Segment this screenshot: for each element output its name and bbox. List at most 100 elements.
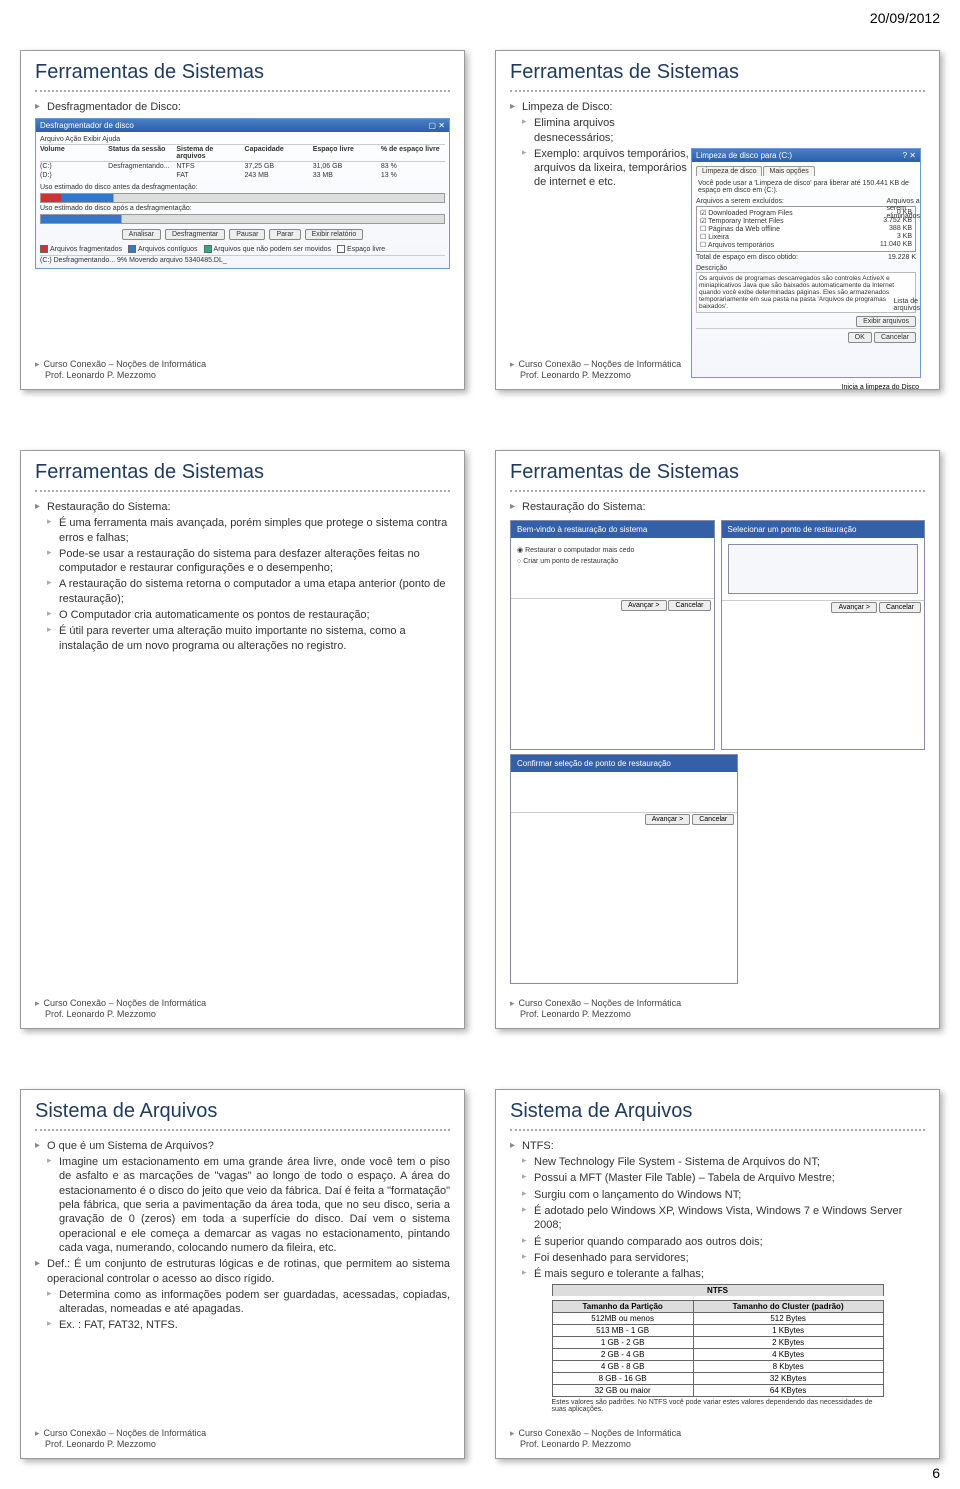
bullet-cleanup-sub1: Elimina arquivos desnecessários;	[522, 116, 690, 145]
calendar-placeholder	[728, 544, 919, 594]
tab-more: Mais opções	[763, 166, 814, 176]
cleanup-desc: Os arquivos de programas descarregados s…	[696, 272, 916, 313]
bullet-restore-c: A restauração do sistema retorna o compu…	[47, 577, 450, 606]
ntfs-table: Tamanho da Partição Tamanho do Cluster (…	[552, 1300, 884, 1397]
r1-fs: NTFS	[176, 163, 240, 170]
col-status: Status da sessão	[108, 146, 172, 160]
btn-ok: OK	[848, 332, 872, 343]
chevron-icon: ▸	[510, 1428, 515, 1438]
r2-pfree: 13 %	[381, 172, 445, 179]
title-divider	[35, 490, 450, 492]
col-fs: Sistema de arquivos	[176, 146, 240, 160]
lbl-files: Arquivos a serem excluídos:	[696, 196, 916, 206]
ntfs-th-part: Tamanho da Partição	[552, 1300, 693, 1312]
bullet-fs-analogy: Imagine um estacionamento em uma grande …	[47, 1155, 450, 1255]
title-divider	[35, 90, 450, 92]
slide-restore-text: Ferramentas de Sistemas Restauração do S…	[20, 450, 465, 1029]
slide-defrag: Ferramentas de Sistemas Desfragmentador …	[20, 50, 465, 390]
slide-row-3: Sistema de Arquivos O que é um Sistema d…	[20, 1089, 940, 1459]
cleanup-win-title: Limpeza de disco para (C:)	[696, 151, 792, 160]
slide-row-1: Ferramentas de Sistemas Desfragmentador …	[20, 50, 940, 390]
page-number: 6	[932, 1465, 940, 1481]
ntfs-g: É mais seguro e tolerante a falhas;	[522, 1267, 925, 1281]
r1-free: 31,06 GB	[313, 163, 377, 170]
chevron-icon: ▸	[510, 359, 515, 369]
slide-credit: ▸Curso Conexão – Noções de Informática P…	[496, 1424, 939, 1458]
btn-pause: Pausar	[229, 229, 265, 240]
table-row: 8 GB - 16 GB32 KBytes	[552, 1372, 883, 1384]
table-row: 513 MB - 1 GB1 KBytes	[552, 1324, 883, 1336]
bullet-fs-def: Def.: É um conjunto de estruturas lógica…	[35, 1257, 450, 1332]
cleanup-titlebar: Limpeza de disco para (C:) ? ✕	[692, 149, 920, 162]
bullet-fs-q: O que é um Sistema de Arquivos? Imagine …	[35, 1139, 450, 1255]
slide-credit: ▸Curso Conexão – Noções de Informática P…	[21, 1424, 464, 1458]
col-free: Espaço livre	[313, 146, 377, 160]
window-controls-icon: ▢ ✕	[429, 121, 445, 130]
wizard-confirm: Confirmar seleção de ponto de restauraçã…	[510, 754, 738, 984]
chevron-icon: ▸	[35, 1428, 40, 1438]
bullet-restore-d: O Computador cria automaticamente os pon…	[47, 608, 450, 622]
bullet-ntfs: NTFS: New Technology File System - Siste…	[510, 1139, 925, 1282]
table-row: 1 GB - 2 GB2 KBytes	[552, 1336, 883, 1348]
leg-unmov: Arquivos que não podem ser movidos	[204, 245, 332, 253]
col-volume: Volume	[40, 146, 104, 160]
wiz-opt2: ○ Criar um ponto de restauração	[517, 556, 708, 567]
bullet-defrag: Desfragmentador de Disco:	[35, 100, 450, 114]
slide-disk-cleanup: Ferramentas de Sistemas Limpeza de Disco…	[495, 50, 940, 390]
wizard-welcome: Bem-vindo à restauração do sistema ◉ Res…	[510, 520, 715, 750]
cleanup-intro: Você pode usar a 'Limpeza de disco' para…	[696, 178, 916, 196]
wiz-next: Avançar >	[621, 600, 667, 611]
bullet-fs-def-a: Determina como as informações podem ser …	[47, 1288, 450, 1317]
ntfs-a: New Technology File System - Sistema de …	[522, 1155, 925, 1169]
table-row: 4 GB - 8 GB8 Kbytes	[552, 1360, 883, 1372]
table-row: 512MB ou menos512 Bytes	[552, 1312, 883, 1324]
window-controls-icon: ? ✕	[903, 151, 916, 160]
btn-report: Exibir relatório	[305, 229, 364, 240]
ntfs-f: Foi desenhado para servidores;	[522, 1251, 925, 1265]
btn-analyze: Analisar	[122, 229, 161, 240]
r1-status: Desfragmentando...	[108, 163, 172, 170]
r1-vol: (C:)	[40, 163, 104, 170]
wiz-hdr-2: Selecionar um ponto de restauração	[722, 521, 925, 538]
btn-defrag: Desfragmentar	[165, 229, 225, 240]
wiz-next: Avançar >	[831, 602, 877, 613]
table-row: 2 GB - 4 GB4 KBytes	[552, 1348, 883, 1360]
bullet-restore-a: É uma ferramenta mais avançada, porém si…	[47, 516, 450, 545]
item-offline: ☐ Páginas da Web offline	[700, 225, 780, 233]
ntfs-th-cluster: Tamanho do Cluster (padrão)	[693, 1300, 883, 1312]
bullet-restore-header: Restauração do Sistema:	[510, 500, 925, 514]
wiz-hdr-3: Confirmar seleção de ponto de restauraçã…	[511, 755, 737, 772]
defrag-strip-before	[40, 193, 445, 203]
r2-vol: (D:)	[40, 172, 104, 179]
item-tempinet: ☑ Temporary Internet Files	[700, 217, 784, 225]
btn-cancel: Cancelar	[874, 332, 916, 343]
slide-credit: ▸Curso Conexão – Noções de Informática P…	[496, 994, 939, 1028]
cleanup-window: Limpeza de disco para (C:) ? ✕ Limpeza d…	[691, 148, 921, 378]
wiz-cancel: Cancelar	[668, 600, 710, 611]
chevron-icon: ▸	[35, 998, 40, 1008]
annot-files-to-delete: Arquivos a serem eliminados	[887, 198, 920, 220]
bullet-cleanup: Limpeza de Disco: Elimina arquivos desne…	[510, 100, 690, 190]
slide-title: Sistema de Arquivos	[496, 1090, 939, 1127]
lbl-desc: Descrição	[696, 263, 916, 272]
annot-file-list: Lista de arquivos	[894, 298, 920, 313]
bullet-restore-e: É útil para reverter uma alteração muito…	[47, 624, 450, 653]
leg-frag: Arquivos fragmentados	[40, 245, 122, 253]
leg-free: Espaço livre	[337, 245, 385, 253]
wiz-opt1: ◉ Restaurar o computador mais cedo	[517, 544, 708, 556]
item-trash: ☐ Lixeira	[700, 233, 729, 241]
slide-filesystem-intro: Sistema de Arquivos O que é um Sistema d…	[20, 1089, 465, 1459]
bullet-fs-def-b: Ex. : FAT, FAT32, NTFS.	[47, 1318, 450, 1332]
cleanup-file-list: ☑ Downloaded Program Files0 KB ☑ Tempora…	[696, 206, 916, 252]
slide-title: Ferramentas de Sistemas	[21, 451, 464, 488]
table-row: 32 GB ou maior64 KBytes	[552, 1384, 883, 1396]
ntfs-b: Possui a MFT (Master File Table) – Tabel…	[522, 1171, 925, 1185]
slide-title: Sistema de Arquivos	[21, 1090, 464, 1127]
r2-fs: FAT	[176, 172, 240, 179]
item-temp: ☐ Arquivos temporários	[700, 241, 774, 249]
chevron-icon: ▸	[510, 998, 515, 1008]
title-divider	[510, 490, 925, 492]
wiz-cancel: Cancelar	[692, 814, 734, 825]
page-date: 20/09/2012	[870, 10, 940, 26]
leg-cont: Arquivos contíguos	[128, 245, 198, 253]
